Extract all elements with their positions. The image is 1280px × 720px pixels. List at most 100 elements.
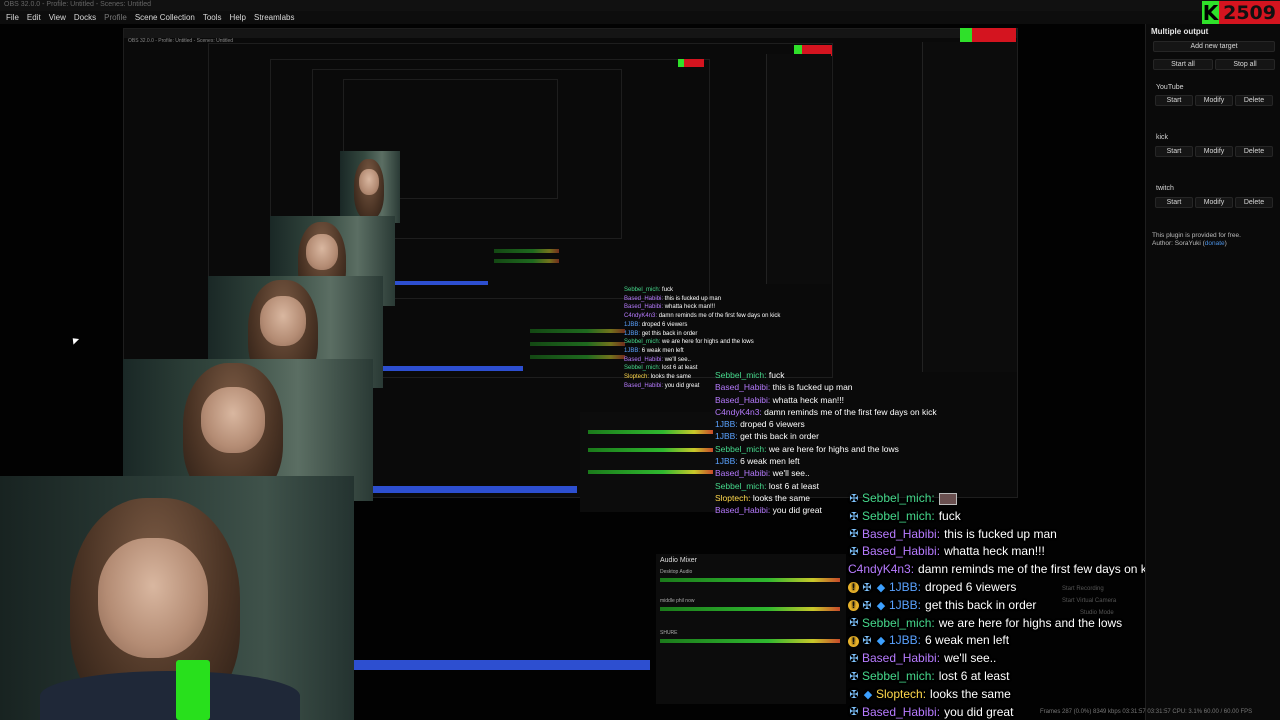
gold-badge-icon: ! — [848, 582, 859, 594]
nested-chat-2: Sebbel_mich: fuck Based_Habibi: this is … — [624, 287, 781, 389]
plugin-note-line1: This plugin is provided for free. — [1152, 232, 1241, 239]
window-title: OBS 32.0.0 - Profile: Untitled - Scenes:… — [4, 1, 152, 8]
gem-badge-icon: ◆ — [876, 635, 886, 648]
nested-scene-bar — [372, 486, 577, 493]
nested-meter — [530, 355, 625, 359]
twitch-modify-button[interactable]: Modify — [1195, 197, 1233, 208]
menu-help[interactable]: Help — [226, 13, 250, 22]
window-titlebar: OBS 32.0.0 - Profile: Untitled - Scenes:… — [0, 0, 1280, 11]
viewer-count: 2509 — [1219, 1, 1280, 25]
chat-message: ! ✠ ◆ 1JBB: get this back in order — [848, 597, 1145, 615]
chat-text: lost 6 at least — [938, 668, 1010, 683]
menu-view[interactable]: View — [45, 13, 70, 22]
dock-title: Multiple output — [1151, 27, 1209, 36]
chat-username: Sebbel_mich: — [862, 491, 935, 505]
chat-username: 1JBB: — [889, 579, 922, 594]
nested-kick-badge-3 — [678, 59, 704, 67]
shure-audio-meter[interactable] — [660, 639, 840, 643]
nested-meter — [530, 329, 625, 333]
status-bar: Frames 287 (0.0%) 8349 kbps 03:31:57 03:… — [1040, 709, 1253, 715]
sword-badge-icon: ✠ — [849, 688, 859, 701]
nested-dock-1 — [922, 42, 1017, 372]
nested-meter — [494, 249, 559, 253]
youtube-delete-button[interactable]: Delete — [1235, 95, 1273, 106]
nested-dock-2 — [766, 54, 831, 284]
chat-username: Sebbel_mich: — [862, 668, 935, 683]
chat-username: Sebbel_mich: — [862, 508, 935, 523]
kick-viewer-badge: K 2509 — [1202, 0, 1280, 26]
chat-text: this is fucked up man — [944, 526, 1057, 541]
selected-scene-bar — [354, 660, 650, 670]
nested-meter — [588, 448, 713, 452]
multiple-output-dock: Multiple output Add new target Start all… — [1145, 24, 1280, 720]
webcam-main — [0, 476, 354, 720]
nested-scene-bar — [390, 281, 488, 285]
chat-message: ✠ Sebbel_mich: — [848, 490, 1145, 508]
nested-meter — [494, 259, 559, 263]
chat-username: Based_Habibi: — [862, 704, 941, 719]
audio-mixer-title: Audio Mixer — [660, 557, 697, 564]
chat-message: ✠ Based_Habibi: whatta heck man!!! — [848, 543, 1145, 561]
sword-badge-icon: ✠ — [849, 510, 859, 523]
gem-badge-icon: ◆ — [876, 581, 886, 594]
sword-badge-icon: ✠ — [849, 546, 859, 559]
kick-delete-button[interactable]: Delete — [1235, 146, 1273, 157]
chat-message: ! ✠ ◆ 1JBB: 6 weak men left — [848, 632, 1145, 650]
program-preview[interactable]: OBS 32.0.0 - Profile: Untitled - Scenes:… — [0, 24, 1145, 720]
youtube-start-button[interactable]: Start — [1155, 95, 1193, 106]
kick-start-button[interactable]: Start — [1155, 146, 1193, 157]
menu-profile[interactable]: Profile — [100, 13, 131, 22]
sword-badge-icon: ✠ — [849, 617, 859, 630]
menu-tools[interactable]: Tools — [199, 13, 226, 22]
menu-file[interactable]: File — [2, 13, 23, 22]
nested-menubar: OBS 32.0.0 - Profile: Untitled - Scenes:… — [124, 29, 1017, 44]
chat-text: you did great — [944, 704, 1014, 719]
chat-username: 1JBB: — [889, 633, 922, 648]
mic-audio-meter[interactable] — [660, 607, 840, 611]
nested-meter — [588, 470, 713, 474]
chat-username: 1JBB: — [889, 597, 922, 612]
sword-badge-icon: ✠ — [849, 492, 859, 505]
donate-link[interactable]: donate — [1205, 240, 1225, 247]
add-target-button[interactable]: Add new target — [1153, 41, 1275, 52]
desktop-audio-meter[interactable] — [660, 578, 840, 582]
chat-message: ✠ Based_Habibi: we'll see.. — [848, 650, 1145, 668]
mixer-channel-mic: middle phil now — [660, 598, 695, 604]
chat-overlay: ✠ Sebbel_mich: ✠ Sebbel_mich: fuck ✠ Based_H… — [848, 490, 1145, 720]
chat-message: ✠ Based_Habibi: this is fucked up man — [848, 526, 1145, 544]
target-kick-label: kick — [1156, 134, 1169, 141]
chat-text: get this back in order — [925, 597, 1037, 612]
menu-edit[interactable]: Edit — [23, 13, 45, 22]
twitch-delete-button[interactable]: Delete — [1235, 197, 1273, 208]
sword-badge-icon: ✠ — [849, 670, 859, 683]
sword-badge-icon: ✠ — [862, 581, 872, 594]
mixer-channel-shure: SHURE — [660, 630, 678, 636]
twitch-start-button[interactable]: Start — [1155, 197, 1193, 208]
target-youtube-label: YouTube — [1156, 84, 1184, 91]
green-object — [176, 660, 210, 720]
chat-message: ✠ ◆ Sloptech: looks the same — [848, 686, 1145, 704]
chat-message: ✠ Sebbel_mich: we are here for highs and t… — [848, 615, 1145, 633]
chat-text: we'll see.. — [944, 651, 997, 666]
chat-text: we are here for highs and the lows — [938, 615, 1123, 630]
youtube-modify-button[interactable]: Modify — [1195, 95, 1233, 106]
kick-modify-button[interactable]: Modify — [1195, 146, 1233, 157]
menu-scene-collection[interactable]: Scene Collection — [131, 13, 199, 22]
nested-meter — [588, 430, 713, 434]
menu-docks[interactable]: Docks — [70, 13, 100, 22]
nested-scene-bar — [383, 366, 523, 371]
chat-text: damn reminds me of the first few days on… — [918, 562, 1145, 577]
chat-message: ! ✠ ◆ 1JBB: droped 6 viewers — [848, 579, 1145, 597]
sword-badge-icon: ✠ — [849, 528, 859, 541]
chat-username: Based_Habibi: — [862, 526, 941, 541]
mixer-channel-desktop: Desktop Audio — [660, 569, 693, 575]
chat-message: ✠ Sebbel_mich: lost 6 at least — [848, 668, 1145, 686]
plugin-note: This plugin is provided for free. Author… — [1152, 232, 1241, 248]
menu-streamlabs[interactable]: Streamlabs — [250, 13, 298, 22]
gold-badge-icon: ! — [848, 600, 859, 612]
gem-badge-icon: ◆ — [876, 599, 886, 612]
stop-all-button[interactable]: Stop all — [1215, 59, 1275, 70]
gem-badge-icon: ◆ — [863, 688, 873, 701]
start-all-button[interactable]: Start all — [1153, 59, 1213, 70]
chat-text: whatta heck man!!! — [944, 544, 1045, 559]
